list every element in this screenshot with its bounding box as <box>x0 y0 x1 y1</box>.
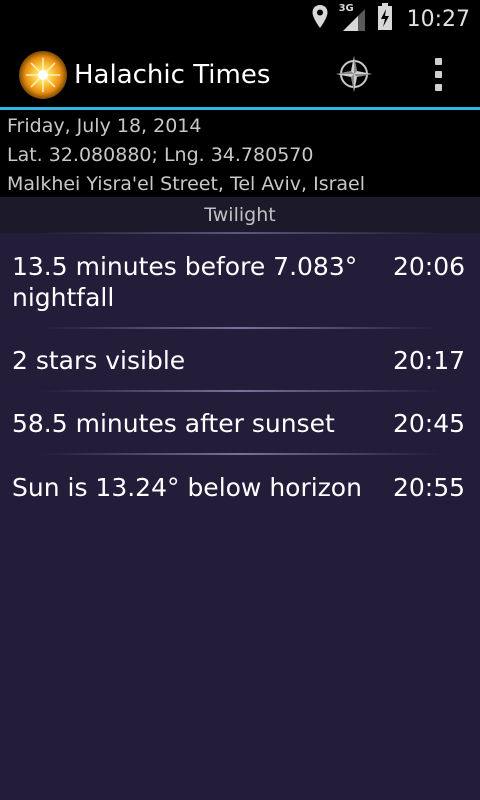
row-divider <box>40 327 440 329</box>
status-bar: 3G 10:27 <box>0 0 480 38</box>
compass-button[interactable] <box>332 50 376 98</box>
date-text: Friday, July 18, 2014 <box>7 115 202 137</box>
list-item[interactable]: Sun is 13.24° below horizon 20:55 <box>0 472 480 504</box>
app-title: Halachic Times <box>74 60 271 90</box>
location-pin-icon <box>311 4 329 34</box>
battery-charging-icon <box>377 3 393 35</box>
time-value: 20:06 <box>392 252 465 281</box>
address-text: Malkhei Yisra'el Street, Tel Aviv, Israe… <box>7 173 366 195</box>
overflow-menu-button[interactable] <box>420 50 456 98</box>
section-underline <box>40 232 440 234</box>
time-label: Sun is 13.24° below horizon <box>12 473 362 502</box>
status-icons: 3G 10:27 <box>311 0 470 38</box>
compass-icon <box>336 56 372 92</box>
time-label: 58.5 minutes after sunset <box>12 409 335 438</box>
overflow-dot <box>434 83 442 91</box>
status-time: 10:27 <box>406 6 470 32</box>
signal-3g-icon: 3G <box>339 3 367 33</box>
row-divider <box>40 453 440 455</box>
sun-logo-icon[interactable] <box>18 50 68 100</box>
list-item[interactable]: 58.5 minutes after sunset 20:45 <box>0 408 480 440</box>
list-item[interactable]: 2 stars visible 20:17 <box>0 345 480 377</box>
list-item[interactable]: 13.5 minutes before 7.083° nightfall 20:… <box>0 251 480 321</box>
time-value: 20:17 <box>392 346 465 375</box>
overflow-dot <box>434 57 442 65</box>
row-divider <box>40 390 440 392</box>
section-header-twilight: Twilight <box>0 197 480 233</box>
screen: 3G 10:27 Halachic Times Friday, July 18,… <box>0 0 480 800</box>
time-value: 20:55 <box>392 473 465 502</box>
time-value: 20:45 <box>392 409 465 438</box>
location-header[interactable]: Friday, July 18, 2014 Lat. 32.080880; Ln… <box>0 110 480 197</box>
overflow-dot <box>434 70 442 78</box>
time-label: 2 stars visible <box>12 346 186 375</box>
time-label: 13.5 minutes before 7.083° nightfall <box>12 252 358 312</box>
coordinates-text: Lat. 32.080880; Lng. 34.780570 <box>7 144 314 166</box>
